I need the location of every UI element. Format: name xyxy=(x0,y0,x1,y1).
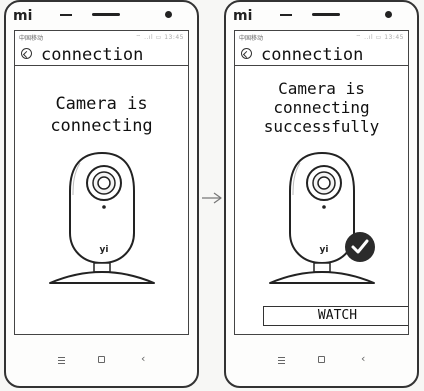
connection-status-message: Camera is connecting successfully xyxy=(263,79,380,136)
phone-connecting: mi 中国移动 ⌔ ..ıl ▭ 13:45 connection Camera… xyxy=(4,0,199,388)
check-icon xyxy=(345,232,375,262)
front-camera xyxy=(385,11,392,18)
carrier-text: 中国移动 xyxy=(239,35,264,42)
nav-back-icon[interactable]: ‹ xyxy=(361,352,365,365)
app-title: connection xyxy=(41,45,144,65)
status-icons: ⌔ ..ıl ▭ 13:45 xyxy=(135,34,184,41)
menu-icon[interactable] xyxy=(58,357,65,364)
connection-status-message: Camera is connecting xyxy=(50,94,153,136)
back-icon[interactable] xyxy=(21,48,32,59)
app-bar: connection xyxy=(15,44,188,66)
carrier-text: 中国移动 xyxy=(19,35,44,42)
proximity-sensor xyxy=(280,14,292,16)
status-bar: 中国移动 ⌔ ..ıl ▭ 13:45 xyxy=(239,33,404,42)
home-icon[interactable] xyxy=(98,356,105,363)
status-icons: ⌔ ..ıl ▭ 13:45 xyxy=(355,34,404,41)
watch-button[interactable]: WATCH xyxy=(263,306,408,326)
back-icon[interactable] xyxy=(241,48,252,59)
instruction-illustration: mi 中国移动 ⌔ ..ıl ▭ 13:45 connection Camera… xyxy=(0,0,424,391)
camera-model-label: yi xyxy=(100,245,109,255)
system-nav-bar: ‹ xyxy=(226,346,417,376)
front-camera xyxy=(165,11,172,18)
system-nav-bar: ‹ xyxy=(6,346,197,376)
brand-logo: mi xyxy=(233,8,253,24)
brand-logo: mi xyxy=(13,8,33,24)
app-title: connection xyxy=(261,45,364,65)
right-arrow-icon xyxy=(202,192,222,204)
status-bar: 中国移动 ⌔ ..ıl ▭ 13:45 xyxy=(19,33,184,42)
home-icon[interactable] xyxy=(318,356,325,363)
earpiece xyxy=(312,13,340,16)
phone-screen: 中国移动 ⌔ ..ıl ▭ 13:45 connection Camera is… xyxy=(14,30,189,335)
earpiece xyxy=(92,13,120,16)
app-bar: connection xyxy=(235,44,408,66)
proximity-sensor xyxy=(60,14,72,16)
phone-connected: mi 中国移动 ⌔ ..ıl ▭ 13:45 connection Camera… xyxy=(224,0,419,388)
menu-icon[interactable] xyxy=(278,357,285,364)
phone-screen: 中国移动 ⌔ ..ıl ▭ 13:45 connection Camera is… xyxy=(234,30,409,335)
camera-icon: yi xyxy=(269,151,375,284)
camera-model-label: yi xyxy=(320,245,329,255)
camera-icon: yi xyxy=(49,151,155,284)
nav-back-icon[interactable]: ‹ xyxy=(141,352,145,365)
